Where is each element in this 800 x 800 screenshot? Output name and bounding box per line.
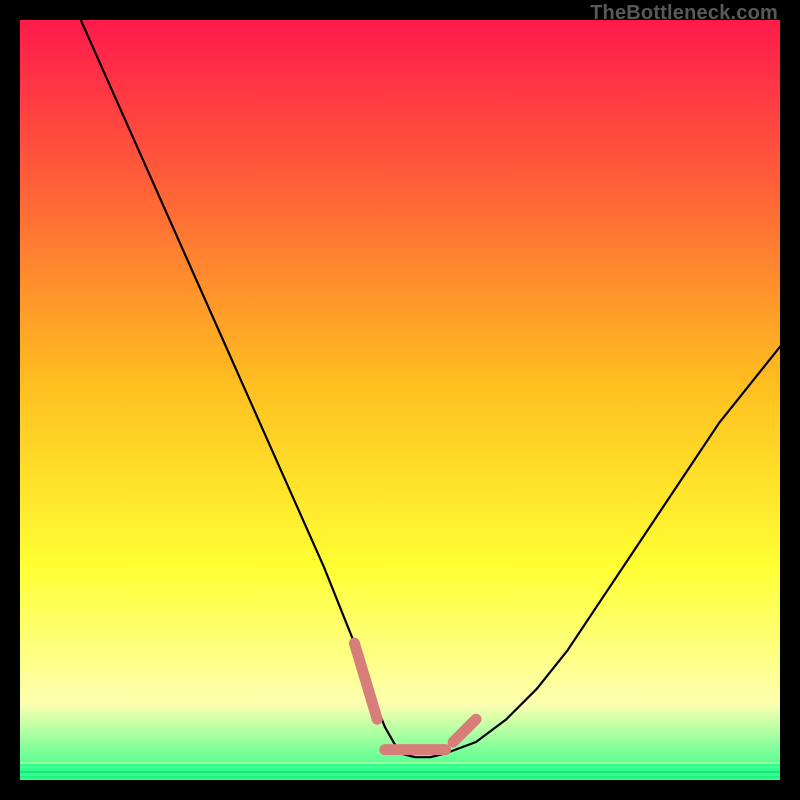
green-band [20,762,780,780]
gradient-background [20,20,780,780]
chart-frame [20,20,780,780]
bottleneck-chart [20,20,780,780]
watermark-text: TheBottleneck.com [590,2,778,25]
